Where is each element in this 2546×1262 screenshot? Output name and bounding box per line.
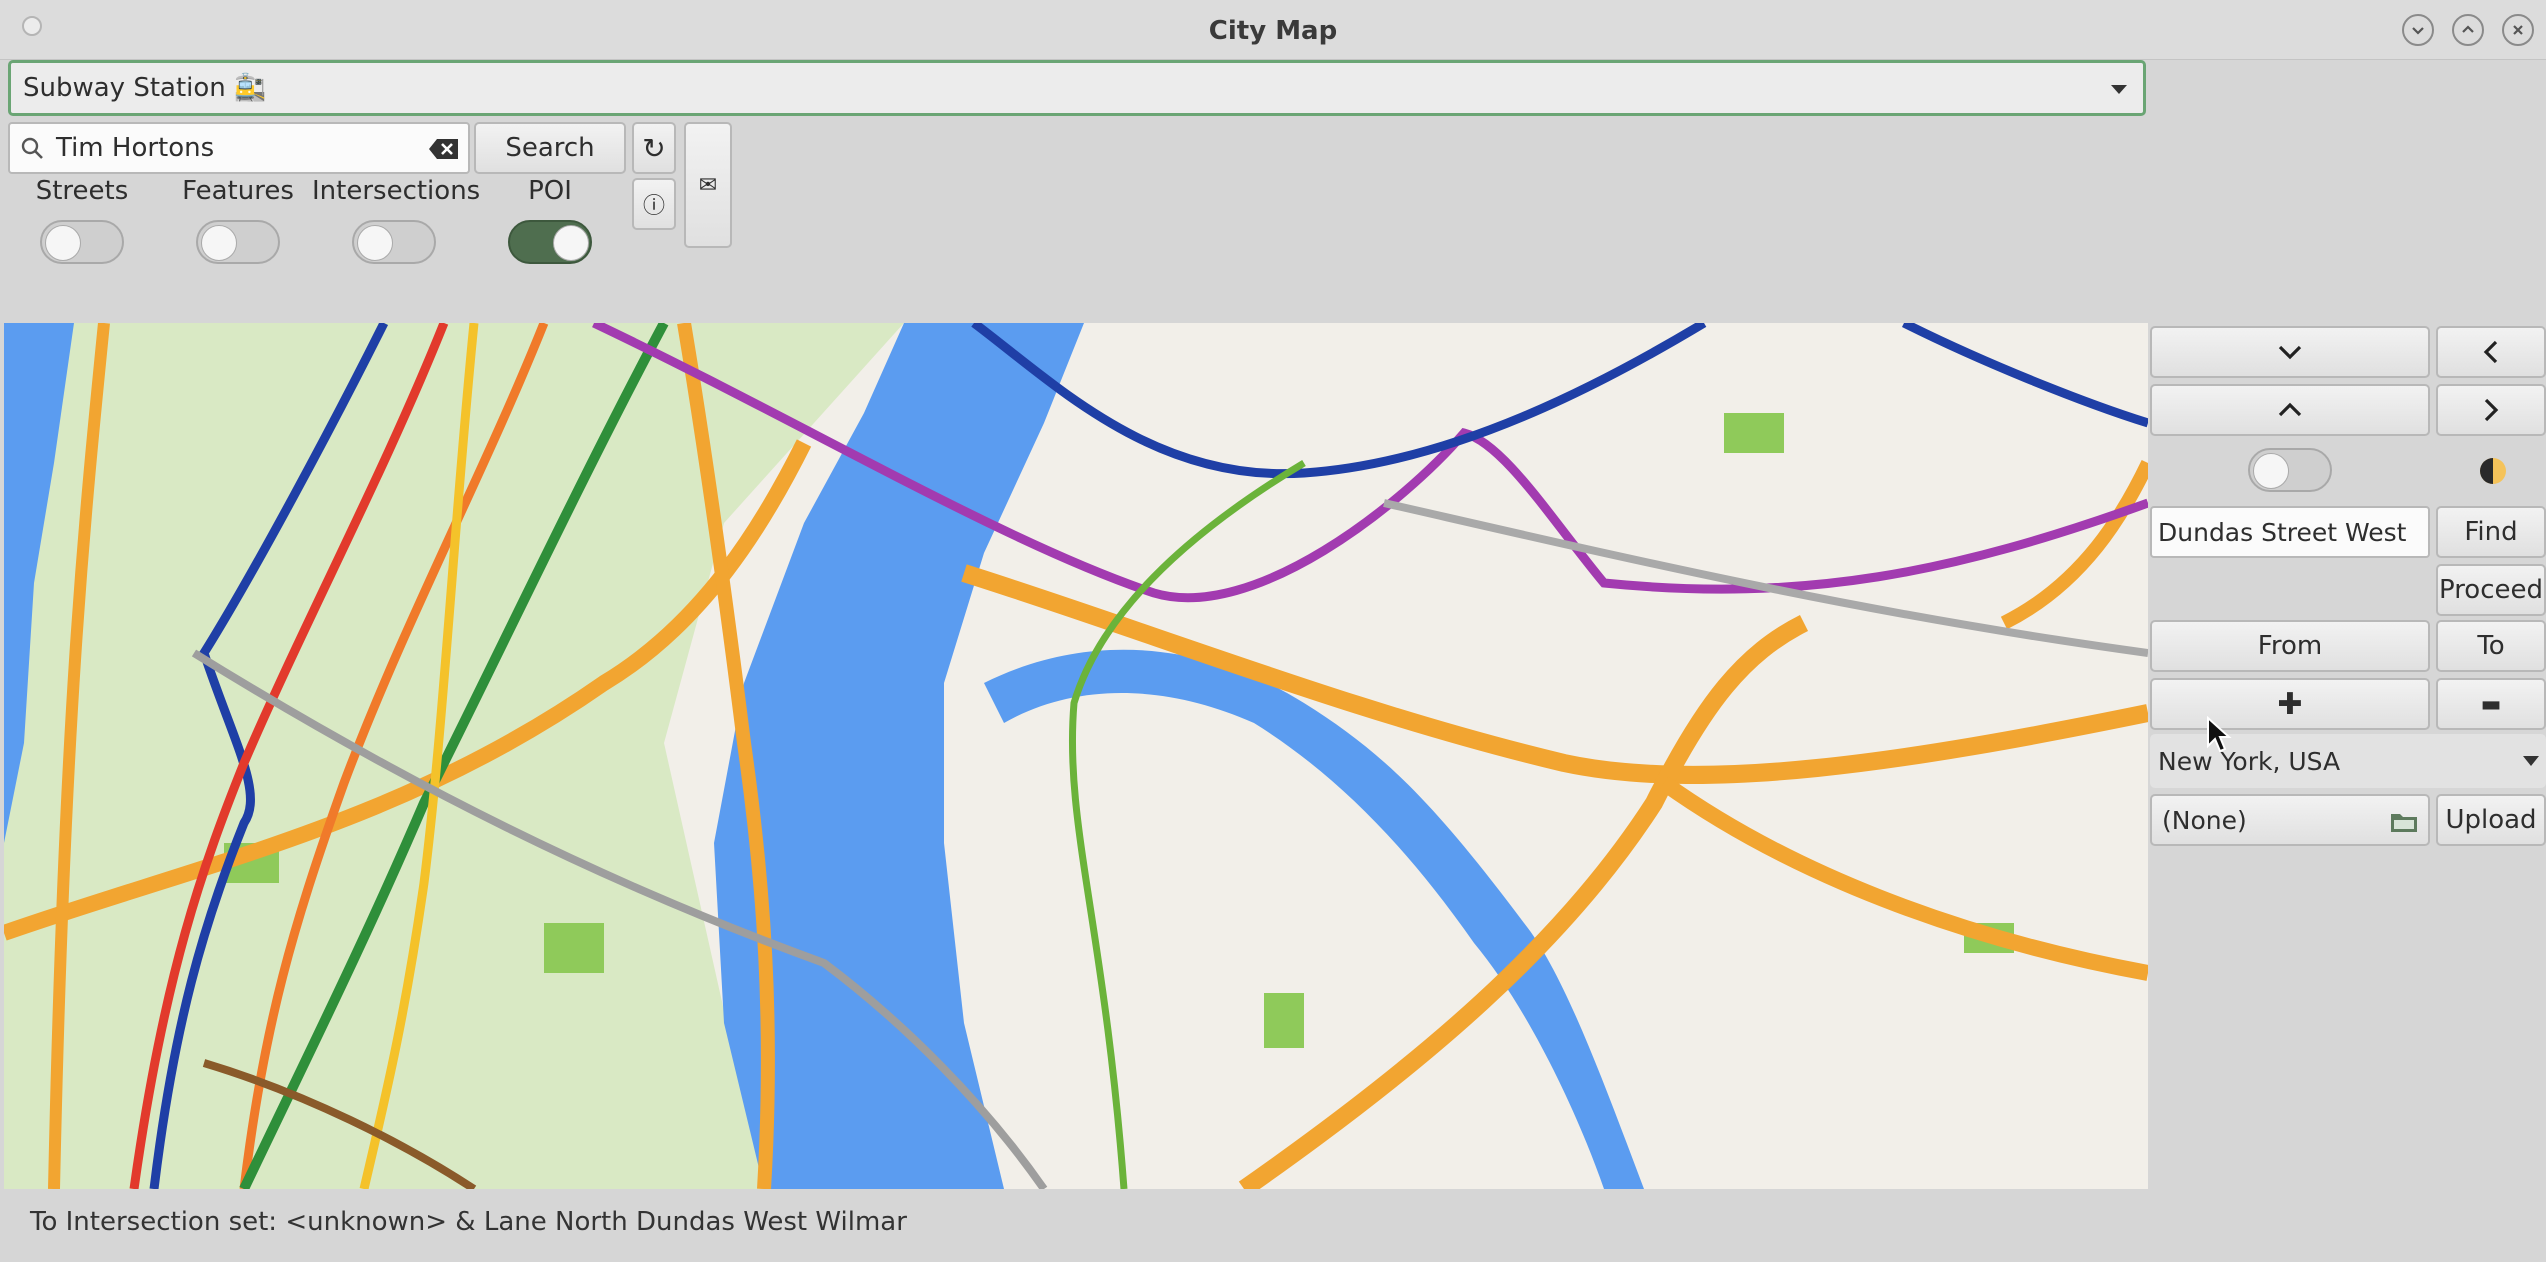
zoom-in-button[interactable]: ✚ — [2150, 678, 2430, 730]
map-image — [4, 323, 2148, 1189]
toggle-label-intersections: Intersections — [312, 176, 481, 206]
maximize-icon[interactable] — [2452, 14, 2484, 46]
dropdown-arrow-icon — [2523, 756, 2539, 766]
chevron-left-icon — [2483, 340, 2498, 364]
toggle-label-streets: Streets — [35, 176, 129, 206]
upload-button[interactable]: Upload — [2436, 794, 2546, 846]
toggle-label-poi: POI — [528, 176, 572, 206]
search-input[interactable]: Tim Hortons — [8, 122, 470, 174]
poi-toggle[interactable] — [508, 220, 592, 264]
pan-left-button[interactable] — [2436, 326, 2546, 378]
city-select-value: New York, USA — [2158, 746, 2341, 776]
street-field[interactable]: Dundas Street West — [2150, 506, 2430, 558]
proceed-button[interactable]: Proceed — [2436, 564, 2546, 616]
file-chooser[interactable]: (None) — [2150, 794, 2430, 846]
dropdown-arrow-icon — [2111, 85, 2127, 94]
from-button[interactable]: From — [2150, 620, 2430, 672]
pan-down-button[interactable] — [2150, 326, 2430, 378]
minimize-icon[interactable] — [2402, 14, 2434, 46]
folder-icon — [2391, 814, 2417, 832]
clear-text-icon[interactable] — [428, 137, 460, 161]
refresh-icon[interactable]: ↻ — [632, 122, 676, 174]
chevron-up-icon — [2278, 402, 2302, 417]
search-button[interactable]: Search — [474, 122, 626, 174]
chevron-down-icon — [2278, 345, 2302, 360]
features-toggle[interactable] — [196, 220, 280, 264]
pan-right-button[interactable] — [2436, 384, 2546, 436]
zoom-out-button[interactable]: ▬ — [2436, 678, 2546, 730]
mail-icon[interactable]: ✉ — [684, 122, 732, 248]
streets-toggle[interactable] — [40, 220, 124, 264]
close-icon[interactable] — [2502, 14, 2534, 46]
contrast-icon — [2480, 458, 2506, 484]
toggle-label-features: Features — [182, 176, 294, 206]
street-field-value: Dundas Street West — [2158, 517, 2407, 547]
info-icon[interactable]: ⓘ — [632, 178, 676, 230]
status-bar-text: To Intersection set: <unknown> & Lane No… — [30, 1207, 907, 1237]
map-canvas[interactable] — [4, 323, 2148, 1189]
theme-toggle[interactable] — [2248, 448, 2332, 492]
intersections-toggle[interactable] — [352, 220, 436, 264]
find-button[interactable]: Find — [2436, 506, 2546, 558]
search-value: Tim Hortons — [56, 133, 215, 163]
poi-type-value: Subway Station 🚉 — [23, 73, 267, 103]
window-title: City Map — [1208, 16, 1338, 46]
poi-type-combo[interactable]: Subway Station 🚉 — [8, 60, 2146, 116]
file-chooser-value: (None) — [2162, 805, 2247, 835]
pan-up-button[interactable] — [2150, 384, 2430, 436]
to-button[interactable]: To — [2436, 620, 2546, 672]
chevron-right-icon — [2484, 398, 2499, 422]
search-icon — [21, 137, 43, 159]
mouse-cursor-icon — [2207, 716, 2232, 753]
